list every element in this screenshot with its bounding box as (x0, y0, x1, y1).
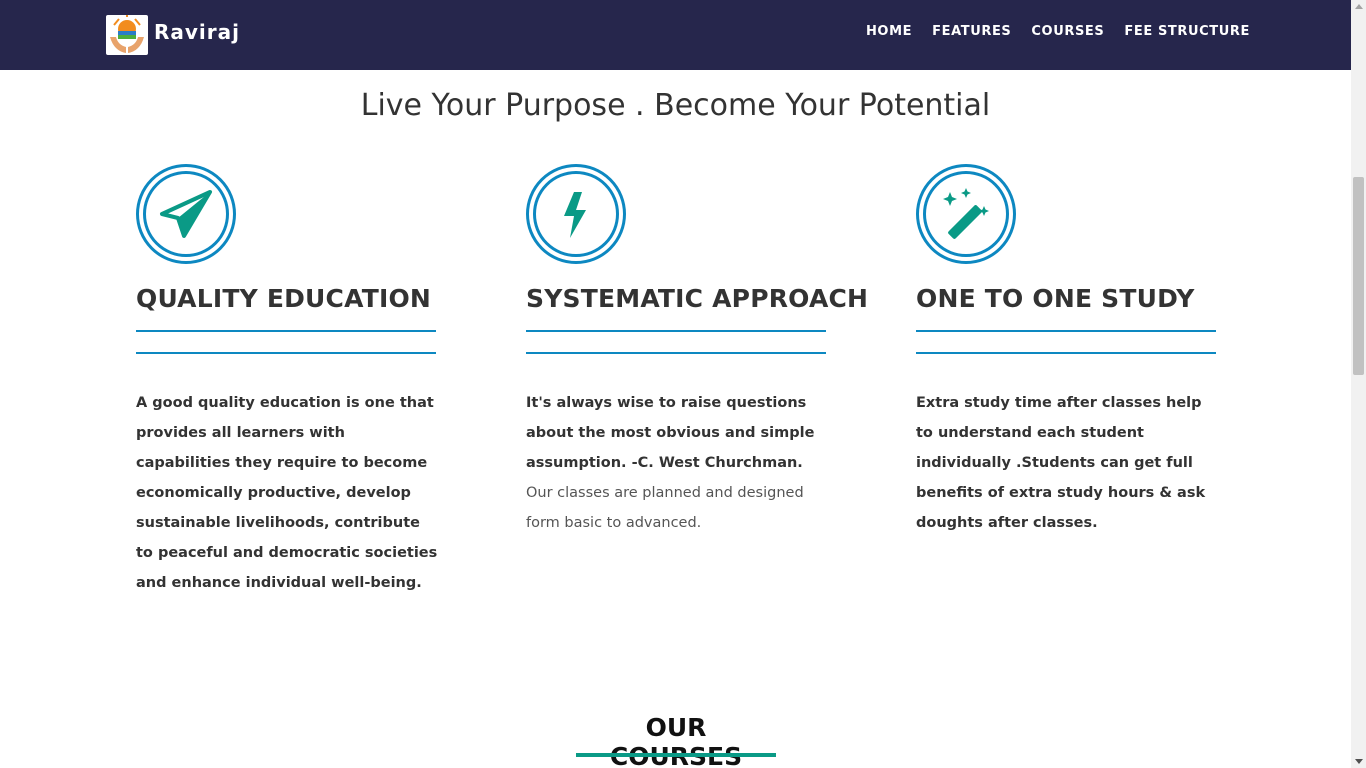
feature-icon-circle (136, 164, 236, 264)
paper-plane-icon (160, 190, 212, 238)
feature-one-to-one-study: ONE TO ONE STUDY Extra study time after … (916, 164, 1236, 538)
feature-description: Extra study time after classes help to u… (916, 388, 1221, 538)
page-tagline: Live Your Purpose . Become Your Potentia… (360, 88, 991, 123)
scroll-down-icon[interactable] (1355, 759, 1363, 764)
feature-body-normal: Our classes are planned and designed for… (526, 485, 804, 531)
feature-title: ONE TO ONE STUDY (916, 284, 1195, 313)
brand-name[interactable]: Raviraj (154, 20, 240, 44)
divider (526, 352, 826, 354)
courses-heading: OUR COURSES (609, 713, 743, 768)
feature-title: QUALITY EDUCATION (136, 284, 432, 313)
logo-icon (110, 15, 144, 53)
feature-body-bold: A good quality education is one that pro… (136, 395, 438, 591)
lightning-bolt-icon (564, 192, 586, 238)
page-scrollbar[interactable] (1351, 0, 1366, 768)
nav-links: HOME FEATURES COURSES FEE STRUCTURE (846, 24, 1250, 39)
divider (136, 330, 436, 332)
feature-body-bold: It's always wise to raise questions abou… (526, 395, 815, 471)
divider (916, 330, 1216, 332)
divider (526, 330, 826, 332)
feature-description: A good quality education is one that pro… (136, 388, 441, 598)
feature-description: It's always wise to raise questions abou… (526, 388, 831, 538)
feature-quality-education: QUALITY EDUCATION A good quality educati… (136, 164, 456, 598)
nav-home[interactable]: HOME (866, 24, 912, 39)
feature-systematic-approach: SYSTEMATIC APPROACH It's always wise to … (526, 164, 869, 538)
scroll-up-icon[interactable] (1355, 4, 1363, 9)
magic-wand-icon (943, 188, 989, 239)
feature-icon-circle (526, 164, 626, 264)
nav-courses[interactable]: COURSES (1031, 24, 1104, 39)
divider (916, 352, 1216, 354)
courses-underline (576, 753, 776, 757)
nav-features[interactable]: FEATURES (932, 24, 1011, 39)
scroll-thumb[interactable] (1353, 177, 1364, 375)
feature-title: SYSTEMATIC APPROACH (526, 284, 869, 313)
nav-fee-structure[interactable]: FEE STRUCTURE (1124, 24, 1250, 39)
feature-body-bold: Extra study time after classes help to u… (916, 395, 1206, 531)
top-navbar: Raviraj HOME FEATURES COURSES FEE STRUCT… (0, 0, 1351, 70)
feature-icon-circle (916, 164, 1016, 264)
brand-logo[interactable] (106, 15, 148, 55)
divider (136, 352, 436, 354)
